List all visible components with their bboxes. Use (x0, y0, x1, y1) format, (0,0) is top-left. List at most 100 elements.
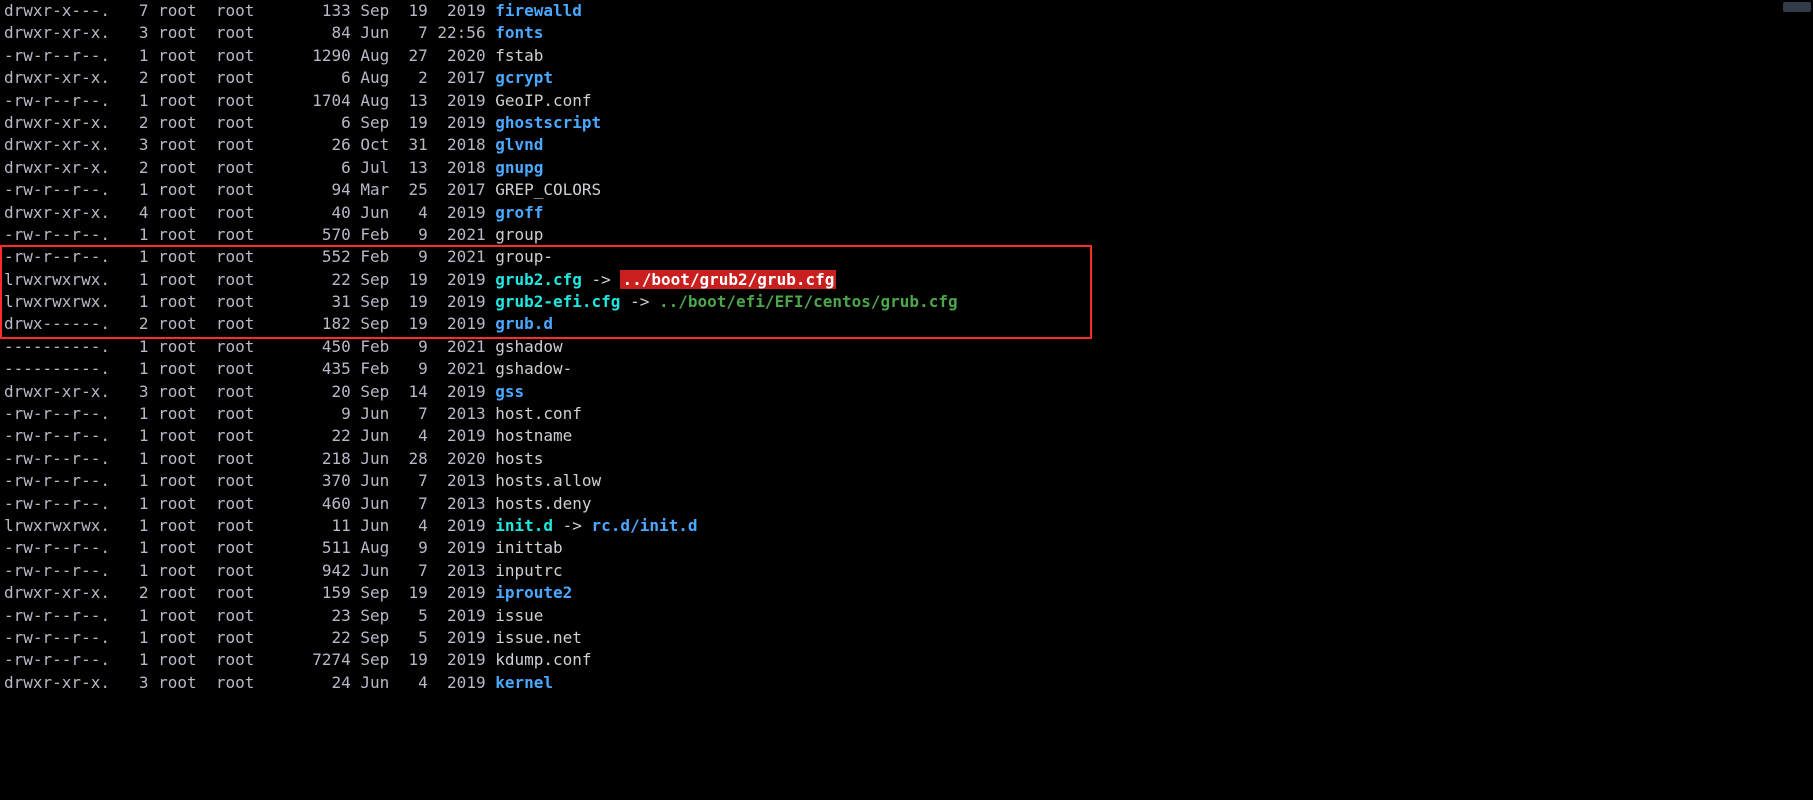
col-perms: lrwxrwxrwx. (4, 291, 120, 313)
col-month: Sep (351, 313, 399, 335)
col-size: 133 (264, 0, 351, 22)
col-month: Feb (351, 246, 399, 268)
filename: glvnd (495, 135, 543, 154)
col-owner: root (148, 313, 206, 335)
col-perms: -rw-r--r--. (4, 560, 120, 582)
col-name: firewalld (495, 0, 582, 22)
col-perms: -rw-r--r--. (4, 425, 120, 447)
col-time: 2019 (428, 425, 495, 447)
col-day: 2 (399, 67, 428, 89)
col-day: 19 (399, 649, 428, 671)
col-perms: drwxr-xr-x. (4, 134, 120, 156)
col-time: 2019 (428, 537, 495, 559)
col-month: Feb (351, 224, 399, 246)
col-owner: root (148, 336, 206, 358)
col-month: Sep (351, 582, 399, 604)
col-group: root (206, 605, 264, 627)
col-month: Sep (351, 649, 399, 671)
col-size: 7274 (264, 649, 351, 671)
ls-row: drwxr-xr-x.2rootroot6Jul132018gnupg (4, 157, 1809, 179)
col-group: root (206, 291, 264, 313)
col-owner: root (148, 672, 206, 694)
col-time: 2021 (428, 224, 495, 246)
col-day: 19 (399, 313, 428, 335)
col-links: 1 (120, 45, 149, 67)
col-month: Jun (351, 403, 399, 425)
col-perms: drwxr-x---. (4, 0, 120, 22)
filename: hosts.deny (495, 494, 591, 513)
col-perms: -rw-r--r--. (4, 493, 120, 515)
col-size: 450 (264, 336, 351, 358)
col-time: 22:56 (428, 22, 495, 44)
filename: gcrypt (495, 68, 553, 87)
col-month: Jun (351, 202, 399, 224)
col-name: hosts (495, 448, 543, 470)
col-month: Mar (351, 179, 399, 201)
col-name: grub2.cfg -> ../boot/grub2/grub.cfg (495, 269, 836, 291)
col-month: Oct (351, 134, 399, 156)
filename: group (495, 225, 543, 244)
col-name: kernel (495, 672, 553, 694)
col-month: Sep (351, 605, 399, 627)
col-month: Sep (351, 381, 399, 403)
col-day: 4 (399, 202, 428, 224)
col-size: 570 (264, 224, 351, 246)
col-perms: lrwxrwxrwx. (4, 515, 120, 537)
col-day: 19 (399, 269, 428, 291)
col-month: Jun (351, 560, 399, 582)
ls-row: drwxr-xr-x.4rootroot40Jun42019groff (4, 202, 1809, 224)
filename: groff (495, 203, 543, 222)
col-perms: drwxr-xr-x. (4, 112, 120, 134)
ls-row: lrwxrwxrwx.1rootroot31Sep192019grub2-efi… (4, 291, 1809, 313)
ls-row: ----------.1rootroot435Feb92021gshadow- (4, 358, 1809, 380)
col-name: inittab (495, 537, 562, 559)
symlink-target: ../boot/grub2/grub.cfg (620, 270, 836, 289)
col-owner: root (148, 605, 206, 627)
col-owner: root (148, 157, 206, 179)
col-time: 2018 (428, 134, 495, 156)
col-size: 11 (264, 515, 351, 537)
col-group: root (206, 649, 264, 671)
col-day: 7 (399, 493, 428, 515)
col-perms: -rw-r--r--. (4, 605, 120, 627)
col-day: 27 (399, 45, 428, 67)
col-name: GREP_COLORS (495, 179, 601, 201)
col-time: 2019 (428, 313, 495, 335)
col-perms: drwxr-xr-x. (4, 672, 120, 694)
terminal-output[interactable]: drwxr-x---.7rootroot133Sep192019firewall… (0, 0, 1813, 694)
scrollbar-thumb[interactable] (1783, 2, 1811, 12)
col-time: 2017 (428, 67, 495, 89)
col-name: group (495, 224, 543, 246)
col-owner: root (148, 381, 206, 403)
col-group: root (206, 470, 264, 492)
ls-row: -rw-r--r--.1rootroot7274Sep192019kdump.c… (4, 649, 1809, 671)
col-group: root (206, 67, 264, 89)
col-name: hosts.allow (495, 470, 601, 492)
col-time: 2020 (428, 45, 495, 67)
col-perms: lrwxrwxrwx. (4, 269, 120, 291)
ls-row: drwxr-xr-x.2rootroot159Sep192019iproute2 (4, 582, 1809, 604)
col-day: 9 (399, 336, 428, 358)
col-group: root (206, 202, 264, 224)
col-links: 3 (120, 672, 149, 694)
col-size: 22 (264, 425, 351, 447)
col-month: Feb (351, 358, 399, 380)
col-month: Sep (351, 112, 399, 134)
col-links: 2 (120, 582, 149, 604)
col-day: 25 (399, 179, 428, 201)
col-month: Aug (351, 45, 399, 67)
filename: grub.d (495, 314, 553, 333)
col-size: 24 (264, 672, 351, 694)
col-day: 9 (399, 358, 428, 380)
col-group: root (206, 627, 264, 649)
filename: GeoIP.conf (495, 91, 591, 110)
col-group: root (206, 313, 264, 335)
col-time: 2013 (428, 560, 495, 582)
col-name: gss (495, 381, 524, 403)
col-month: Sep (351, 0, 399, 22)
col-name: grub2-efi.cfg -> ../boot/efi/EFI/centos/… (495, 291, 957, 313)
ls-row: -rw-r--r--.1rootroot570Feb92021group (4, 224, 1809, 246)
filename: firewalld (495, 1, 582, 20)
filename: gss (495, 382, 524, 401)
filename: grub2.cfg (495, 270, 582, 289)
